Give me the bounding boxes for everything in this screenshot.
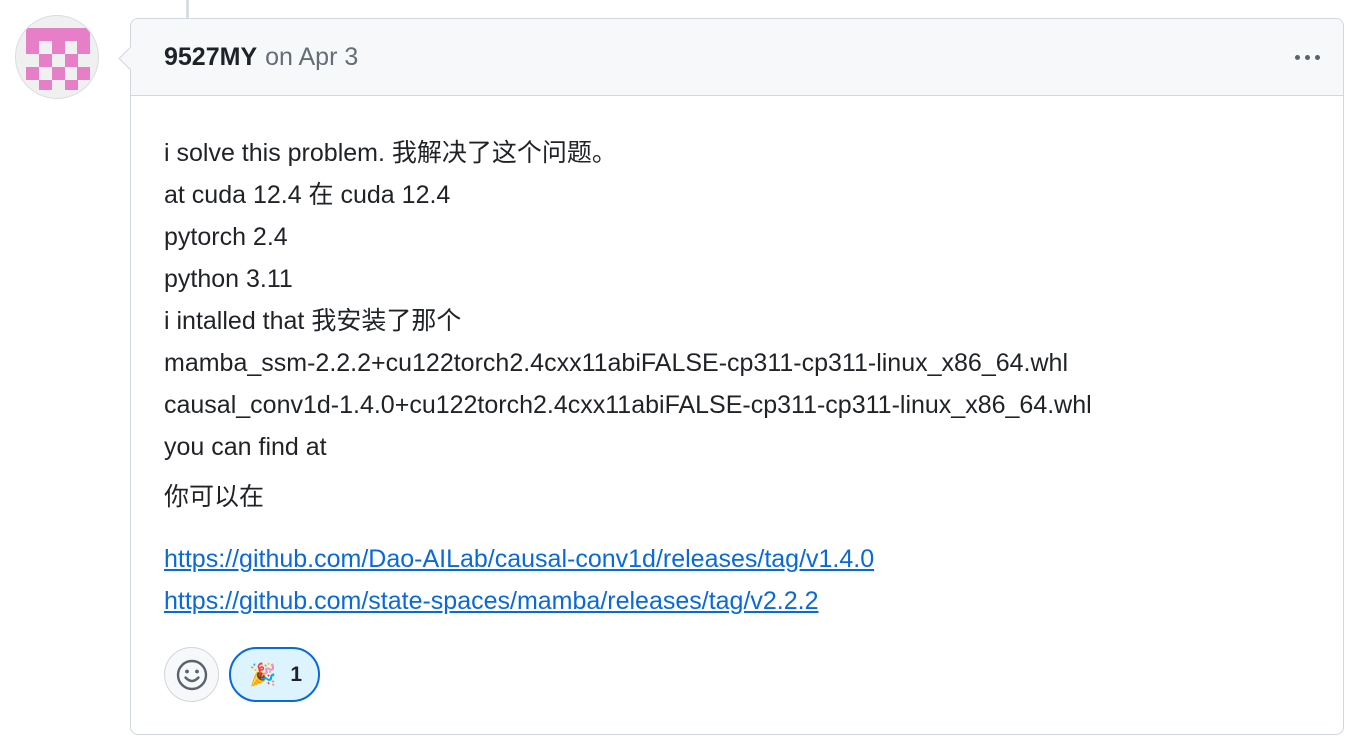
kebab-horizontal-icon[interactable] bbox=[1289, 45, 1325, 69]
comment-body: i solve this problem. 我解决了这个问题。 at cuda … bbox=[131, 96, 1343, 622]
comment-line: at cuda 12.4 在 cuda 12.4 bbox=[164, 181, 451, 209]
comment-links: https://github.com/Dao-AILab/causal-conv… bbox=[164, 538, 1310, 622]
reaction-tada-button[interactable]: 🎉 1 bbox=[229, 647, 321, 702]
timeline-line bbox=[186, 0, 189, 18]
comment-line: pytorch 2.4 bbox=[164, 223, 288, 251]
comment-line: causal_conv1d-1.4.0+cu122torch2.4cxx11ab… bbox=[164, 391, 1092, 419]
link-mamba[interactable]: https://github.com/state-spaces/mamba/re… bbox=[164, 580, 1310, 622]
reactions-bar: 🎉 1 bbox=[164, 647, 321, 702]
comment-header: 9527MY on Apr 3 bbox=[131, 19, 1343, 96]
comment-line: python 3.11 bbox=[164, 265, 293, 293]
comment-author[interactable]: 9527MY bbox=[164, 43, 257, 72]
comment-line: i intalled that 我安装了那个 bbox=[164, 307, 462, 335]
comment-line: mamba_ssm-2.2.2+cu122torch2.4cxx11abiFAL… bbox=[164, 349, 1068, 377]
avatar-identicon bbox=[26, 28, 90, 90]
comment-line: you can find at bbox=[164, 433, 327, 461]
add-reaction-button[interactable] bbox=[164, 647, 219, 702]
comment-chinese-line: 你可以在 bbox=[164, 483, 265, 511]
reaction-count: 1 bbox=[290, 662, 303, 686]
avatar[interactable] bbox=[15, 15, 99, 99]
tada-icon: 🎉 bbox=[249, 661, 277, 687]
comment-box: 9527MY on Apr 3 i solve this problem. 我解… bbox=[130, 18, 1344, 735]
smiley-icon bbox=[176, 659, 207, 690]
link-causal-conv1d[interactable]: https://github.com/Dao-AILab/causal-conv… bbox=[164, 538, 1310, 580]
comment-line: i solve this problem. 我解决了这个问题。 bbox=[164, 139, 617, 167]
comment-date[interactable]: on Apr 3 bbox=[265, 43, 358, 72]
